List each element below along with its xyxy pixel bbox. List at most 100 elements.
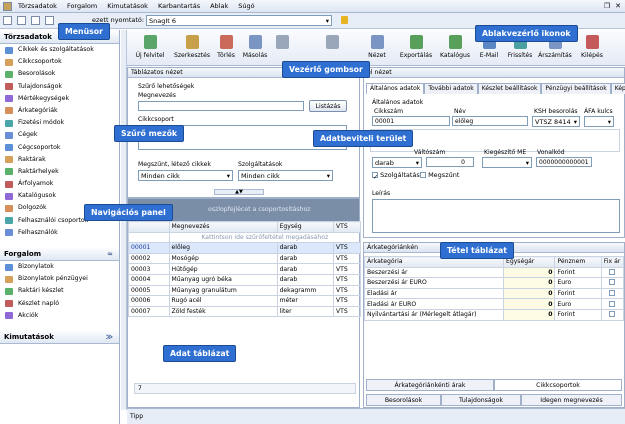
- detail-tab[interactable]: Pénzügyi beállítások: [541, 83, 611, 94]
- tab-tulajdonsagok[interactable]: Tulajdonságok: [441, 394, 521, 406]
- unit-select[interactable]: darab ▾: [372, 157, 422, 168]
- close-icon[interactable]: ✕: [614, 2, 622, 10]
- fix-price-checkbox[interactable]: [600, 298, 625, 310]
- sidebar-item[interactable]: Cikkcsoportok: [0, 56, 119, 68]
- fix-price-checkbox[interactable]: [600, 308, 625, 321]
- sidebar-item[interactable]: Mértékegységek: [0, 93, 119, 105]
- column-header[interactable]: [128, 221, 170, 233]
- sidebar-item[interactable]: Tulajdonságok: [0, 81, 119, 93]
- detail-tab[interactable]: Kép: [610, 83, 625, 94]
- sidebar-item[interactable]: Katalógusok: [0, 190, 119, 202]
- menu-sugo[interactable]: Súgó: [233, 2, 259, 10]
- exchange-field[interactable]: 0: [426, 157, 474, 167]
- toolbar-button[interactable]: Kilépés: [579, 33, 605, 65]
- description-field[interactable]: [372, 199, 620, 233]
- layout-icon-1[interactable]: [3, 16, 12, 25]
- shield-icon[interactable]: [341, 16, 348, 24]
- state-select[interactable]: Minden cikk ▾: [138, 170, 233, 181]
- sidebar-item[interactable]: Cikkek és szolgáltatások: [0, 44, 119, 56]
- table-row[interactable]: 00003 Hűtőgép darab VTS: [128, 263, 362, 275]
- tab-price-categories[interactable]: Árkategóriánkénti árak: [366, 379, 494, 391]
- list-button[interactable]: Listázás: [309, 100, 347, 112]
- column-header[interactable]: Egység: [276, 221, 334, 233]
- chevron-down-icon: ▾: [415, 159, 419, 167]
- layout-icon-3[interactable]: [31, 16, 41, 25]
- tab-idegen-megnevezes[interactable]: Idegen megnevezés: [521, 394, 622, 406]
- layout-icon-4[interactable]: [45, 16, 55, 25]
- code-field[interactable]: 00001: [372, 116, 450, 126]
- table-row[interactable]: 00002 Mosógép darab VTS: [128, 252, 362, 265]
- toolbar-button[interactable]: Szerkesztés: [172, 33, 212, 65]
- menu-ablak[interactable]: Ablak: [205, 2, 233, 10]
- menu-karbantartas[interactable]: Karbantartás: [153, 2, 205, 10]
- sidebar-item[interactable]: Cégek: [0, 129, 119, 141]
- printer-select[interactable]: SnagIt 6 ▾: [146, 15, 332, 26]
- toolbar-button[interactable]: Új felvitel: [133, 33, 167, 65]
- price-row[interactable]: Nyilvántartási ár (Mérlegelt átlagár) 0 Fo…: [364, 308, 625, 321]
- ksh-select[interactable]: VTSZ 8414 ▾: [532, 116, 580, 127]
- table-row[interactable]: 00006 Rugó acél méter VTS: [128, 295, 362, 307]
- table-cell: Rugó acél: [168, 295, 278, 307]
- tab-item-groups[interactable]: Cikkcsoportok: [494, 379, 622, 391]
- collapse-icon[interactable]: ≈: [107, 247, 113, 261]
- sidebar-item[interactable]: Cégcsoportok: [0, 142, 119, 154]
- extra-unit-select[interactable]: ▾: [482, 157, 532, 168]
- sidebar-item[interactable]: Bizonylatok pénzügyei: [0, 273, 119, 285]
- sidebar-item[interactable]: Árfolyamok: [0, 178, 119, 190]
- column-header[interactable]: VTS: [332, 221, 362, 233]
- toolbar-button[interactable]: Másolás: [240, 33, 270, 65]
- table-cell: darab: [276, 242, 334, 254]
- filter-row[interactable]: Kattintson ide szűrőfeltétel megadásához: [168, 231, 362, 244]
- price-cell: Forint: [554, 266, 602, 279]
- section-kimutatasok[interactable]: Kimutatások ≫: [0, 329, 119, 344]
- table-row[interactable]: 00007 Zöld festék liter VTS: [128, 305, 362, 318]
- price-column-header[interactable]: Fix ár: [600, 256, 625, 268]
- column-header[interactable]: Megnevezés: [168, 221, 278, 233]
- toolbar-button[interactable]: Exportálás: [397, 33, 435, 65]
- table-row[interactable]: 00004 Műanyag ugró béka darab VTS: [128, 273, 362, 286]
- menu-kimutatasok[interactable]: Kimutatások: [102, 2, 153, 10]
- price-cell: Beszerzési ár EURO: [364, 277, 504, 289]
- service-checkbox[interactable]: ✓ Szolgáltatás: [372, 171, 420, 181]
- tab-besorolasok[interactable]: Besorolások: [366, 394, 441, 406]
- restore-icon[interactable]: ❐: [603, 2, 611, 10]
- detail-tab[interactable]: Készlet beállítások: [477, 83, 542, 94]
- barcode-field[interactable]: 0000000000001: [536, 157, 592, 167]
- sidebar-item[interactable]: Készlet napló: [0, 298, 119, 310]
- price-column-header[interactable]: Pénznem: [554, 256, 602, 268]
- sidebar-item[interactable]: Raktárhelyek: [0, 166, 119, 178]
- sidebar-item[interactable]: Fizetési módok: [0, 117, 119, 129]
- expand-icon[interactable]: ≫: [106, 330, 113, 344]
- name-field[interactable]: előleg: [452, 116, 528, 126]
- menu-torzsadatok[interactable]: Törzsadatok: [13, 2, 62, 10]
- sidebar-item[interactable]: Raktári készlet: [0, 285, 119, 297]
- layout-icon-2[interactable]: [17, 16, 27, 25]
- menu-forgalom[interactable]: Forgalom: [62, 2, 102, 10]
- price-row[interactable]: Eladási ár 0 Forint: [364, 287, 625, 300]
- detail-tab[interactable]: Általános adatok: [366, 83, 425, 94]
- price-row[interactable]: Beszerzési ár EURO 0 Euro: [364, 277, 625, 289]
- sidebar-item[interactable]: Árkategóriák: [0, 105, 119, 117]
- table-row[interactable]: 00005 Műanyag granulátum dekagramm VTS: [128, 284, 362, 297]
- toolbar-button[interactable]: Törlés: [215, 33, 237, 65]
- price-cell: 0: [502, 266, 556, 279]
- fix-price-checkbox[interactable]: [600, 266, 625, 279]
- splitter-handle-icon[interactable]: ▲▼: [214, 189, 264, 195]
- sidebar-item[interactable]: Akciók: [0, 310, 119, 322]
- price-row[interactable]: Beszerzési ár 0 Forint: [364, 266, 625, 279]
- fix-price-checkbox[interactable]: [600, 277, 625, 289]
- ceased-checkbox[interactable]: Megszűnt: [420, 171, 459, 179]
- detail-tab[interactable]: További adatok: [424, 83, 478, 94]
- fix-price-checkbox[interactable]: [600, 287, 625, 300]
- toolbar-button[interactable]: Katalógus: [437, 33, 473, 65]
- sidebar-item[interactable]: Felhasználók: [0, 227, 119, 239]
- table-row[interactable]: 00001 előleg darab VTS: [128, 242, 362, 254]
- sidebar-item[interactable]: Raktárak: [0, 154, 119, 166]
- sidebar-item[interactable]: Bizonylatok: [0, 261, 119, 273]
- name-filter-input[interactable]: [138, 101, 304, 111]
- section-forgalom[interactable]: Forgalom ≈: [0, 247, 119, 261]
- price-row[interactable]: Eladási ár EURO 0 Euro: [364, 298, 625, 310]
- service-select[interactable]: Minden cikk ▾: [238, 170, 333, 181]
- sidebar-item[interactable]: Besorolások: [0, 68, 119, 80]
- afa-select[interactable]: ▾: [584, 116, 614, 127]
